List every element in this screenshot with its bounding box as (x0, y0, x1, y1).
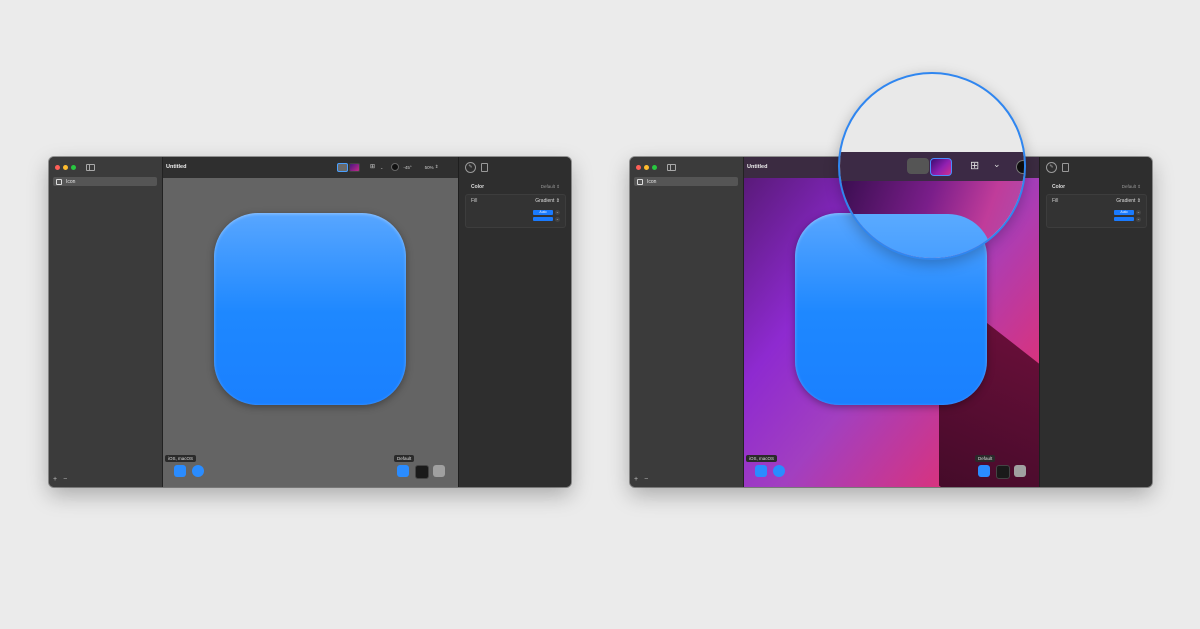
minimize-button[interactable] (644, 165, 649, 170)
default-select[interactable]: Default ⇕ (541, 184, 560, 190)
color-section-title: Color (471, 184, 485, 190)
window-controls (55, 165, 76, 170)
grid-icon[interactable]: ⊞ (370, 164, 376, 170)
color-well[interactable] (1114, 217, 1134, 221)
gray-background-swatch[interactable] (907, 158, 929, 174)
inspector: ✎ Color Default ⇕ Fill Gradient ⇕ Auto ⌄… (1039, 157, 1152, 487)
add-button[interactable]: + (53, 476, 57, 484)
sidebar-item-label: Icon (66, 178, 76, 185)
document-icon[interactable] (481, 163, 488, 172)
sidebar-footer: + − (634, 476, 648, 484)
remove-button[interactable]: − (63, 476, 67, 484)
color-section-title: Color (1052, 184, 1066, 190)
paintbrush-icon[interactable]: ✎ (1046, 162, 1057, 173)
ios-preview-icon[interactable] (174, 465, 186, 477)
chevron-down-icon[interactable]: ⌄ (1136, 217, 1141, 222)
fill-panel: Fill Gradient ⇕ Auto ⌄ ⌄ (1046, 194, 1147, 228)
tinted-preview-icon[interactable] (1014, 465, 1026, 477)
dark-preview-icon[interactable] (415, 465, 429, 479)
dark-mode-icon[interactable] (1016, 160, 1024, 174)
toolbar: ⊞ ⌄ -45° 50% ⇕ (337, 162, 438, 172)
chevron-down-icon[interactable]: ⌄ (1136, 210, 1141, 215)
sidebar: Icon + − (49, 157, 163, 487)
chevron-down-icon[interactable]: ⌄ (555, 217, 560, 222)
remove-button[interactable]: − (644, 476, 648, 484)
minimize-button[interactable] (63, 165, 68, 170)
platform-label: iOS, macOS (746, 455, 778, 462)
appearance-label: Default (975, 455, 996, 462)
close-button[interactable] (55, 165, 60, 170)
gray-background-swatch[interactable] (337, 162, 348, 172)
default-select[interactable]: Default ⇕ (1122, 184, 1141, 190)
window-title: Untitled (166, 164, 187, 170)
gradient-background-swatch[interactable] (349, 162, 360, 172)
layer-icon (56, 178, 62, 185)
sidebar-item-icon[interactable]: Icon (634, 177, 738, 186)
sidebar-footer: + − (53, 476, 67, 484)
angle-value[interactable]: -45° (403, 165, 411, 170)
fill-panel: Fill Gradient ⇕ Auto ⌄ ⌄ (465, 194, 566, 228)
document-icon[interactable] (1062, 163, 1069, 172)
zoom-button[interactable] (652, 165, 657, 170)
zoom-button[interactable] (71, 165, 76, 170)
macos-preview-icon[interactable] (773, 465, 785, 477)
zoom-stepper-icon[interactable]: ⇕ (435, 164, 439, 170)
app-window-gray: Icon + − Untitled ⊞ ⌄ -45° 50% ⇕ iOS, ma… (49, 157, 571, 487)
auto-color-button[interactable]: Auto (1114, 210, 1134, 215)
chevron-down-icon[interactable]: ⌄ (555, 210, 560, 215)
tinted-preview-icon[interactable] (433, 465, 445, 477)
sidebar-toggle-icon[interactable] (86, 164, 95, 171)
default-preview-icon[interactable] (978, 465, 990, 477)
window-title: Untitled (747, 164, 768, 170)
chevron-down-icon[interactable]: ⌄ (993, 159, 1001, 170)
close-button[interactable] (636, 165, 641, 170)
ios-preview-icon[interactable] (755, 465, 767, 477)
sidebar-toggle-icon[interactable] (667, 164, 676, 171)
gradient-background-swatch[interactable] (930, 158, 952, 176)
default-preview-icon[interactable] (397, 465, 409, 477)
fill-label: Fill (471, 198, 478, 204)
fill-label: Fill (1052, 198, 1059, 204)
app-icon-preview[interactable] (214, 213, 406, 405)
layer-icon (637, 178, 643, 185)
macos-preview-icon[interactable] (192, 465, 204, 477)
color-well[interactable] (533, 217, 553, 221)
appearance-label: Default (394, 455, 415, 462)
sidebar-item-label: Icon (647, 178, 657, 185)
grid-icon[interactable]: ⊞ (970, 160, 982, 172)
sidebar: Icon + − (630, 157, 744, 487)
fill-type-select[interactable]: Gradient ⇕ (535, 198, 560, 204)
chevron-down-icon[interactable]: ⌄ (380, 165, 383, 170)
auto-color-button[interactable]: Auto (533, 210, 553, 215)
fill-type-select[interactable]: Gradient ⇕ (1116, 198, 1141, 204)
inspector: ✎ Color Default ⇕ Fill Gradient ⇕ Auto ⌄… (458, 157, 571, 487)
dark-mode-icon[interactable] (391, 163, 400, 171)
platform-label: iOS, macOS (165, 455, 197, 462)
add-button[interactable]: + (634, 476, 638, 484)
magnified-app-icon (840, 214, 992, 258)
zoom-value[interactable]: 50% (425, 165, 434, 170)
paintbrush-icon[interactable]: ✎ (465, 162, 476, 173)
sidebar-item-icon[interactable]: Icon (53, 177, 157, 186)
magnifier-callout: ⊞ ⌄ (838, 72, 1026, 260)
dark-preview-icon[interactable] (996, 465, 1010, 479)
window-controls (636, 165, 657, 170)
canvas[interactable]: iOS, macOS Default (163, 178, 458, 487)
